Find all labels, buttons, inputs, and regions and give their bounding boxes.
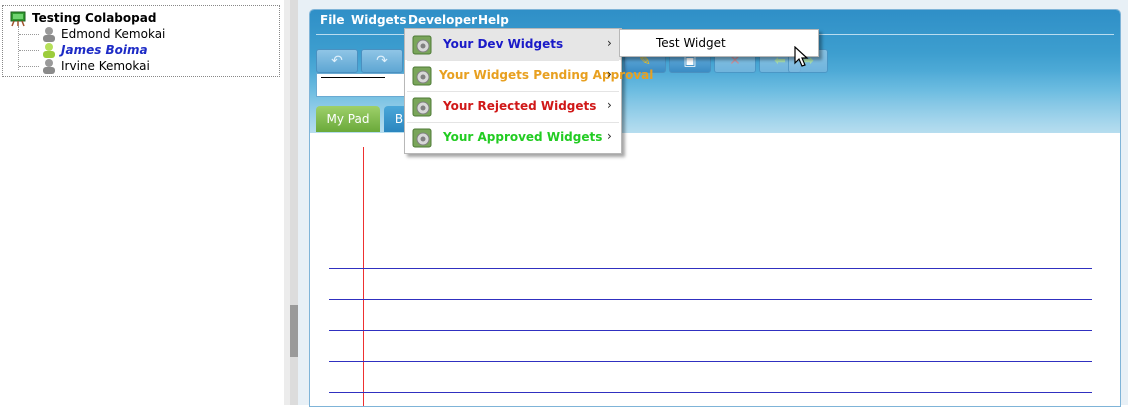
redo-icon: ↷	[376, 53, 388, 69]
tab-my-pad[interactable]: My Pad	[316, 106, 380, 132]
tree-connector	[18, 26, 19, 70]
menu-item-label: Your Rejected Widgets	[443, 99, 597, 113]
submenu-item-test-widget[interactable]: Test Widget	[656, 36, 726, 50]
menu-developer[interactable]: Developer	[408, 13, 477, 27]
redo-button[interactable]: ↷	[361, 49, 403, 73]
undo-icon: ↶	[331, 53, 343, 69]
menu-item-dev-widgets[interactable]: Your Dev Widgets ›	[405, 29, 621, 60]
menu-item-pending-widgets[interactable]: Your Widgets Pending Approval ›	[405, 60, 653, 91]
margin-line	[363, 147, 364, 406]
submenu-arrow-icon: ›	[607, 67, 612, 81]
dev-widgets-submenu: Test Widget	[619, 29, 819, 57]
widget-gear-icon	[412, 35, 432, 55]
ruled-line	[329, 268, 1092, 269]
user-icon	[43, 59, 55, 74]
submenu-arrow-icon: ›	[607, 36, 612, 50]
menu-item-label: Your Approved Widgets	[443, 130, 603, 144]
menu-item-rejected-widgets[interactable]: Your Rejected Widgets ›	[405, 91, 621, 122]
menu-item-approved-widgets[interactable]: Your Approved Widgets ›	[405, 122, 621, 153]
user-icon	[43, 27, 55, 42]
menu-help[interactable]: Help	[478, 13, 509, 27]
undo-button[interactable]: ↶	[316, 49, 358, 73]
tree-root-label: Testing Colabopad	[32, 11, 157, 25]
widget-gear-icon	[412, 66, 432, 86]
menu-item-label: Your Dev Widgets	[443, 37, 564, 51]
mouse-cursor-icon	[794, 46, 809, 67]
ruled-line	[329, 330, 1092, 331]
tree-connector	[19, 50, 39, 51]
tree-user-label: Edmond Kemokai	[61, 27, 166, 41]
menu-item-label: Your Widgets Pending Approval	[439, 68, 654, 82]
widget-gear-icon	[412, 97, 432, 117]
ruled-line	[329, 299, 1092, 300]
widget-gear-icon	[412, 128, 432, 148]
scrollbar-thumb[interactable]	[290, 305, 298, 357]
user-tree: Testing Colabopad Edmond Kemokai James B…	[2, 5, 280, 77]
tree-user-label: James Boima	[61, 43, 148, 57]
ruled-line	[329, 392, 1092, 393]
panel-splitter[interactable]	[284, 0, 298, 405]
text-underline	[321, 77, 385, 78]
tree-user-label: Irvine Kemokai	[61, 59, 150, 73]
menu-widgets[interactable]: Widgets	[351, 13, 407, 27]
submenu-arrow-icon: ›	[607, 129, 612, 143]
ruled-line	[329, 361, 1092, 362]
tree-connector	[19, 66, 39, 67]
tree-connector	[19, 34, 39, 35]
submenu-arrow-icon: ›	[607, 98, 612, 112]
colabopad-icon	[10, 11, 26, 27]
developer-menu: Your Dev Widgets › Your Widgets Pending …	[404, 28, 653, 154]
menu-file[interactable]: File	[320, 13, 345, 27]
user-icon-selected	[43, 43, 55, 58]
ruled-paper-canvas[interactable]	[310, 133, 1120, 406]
